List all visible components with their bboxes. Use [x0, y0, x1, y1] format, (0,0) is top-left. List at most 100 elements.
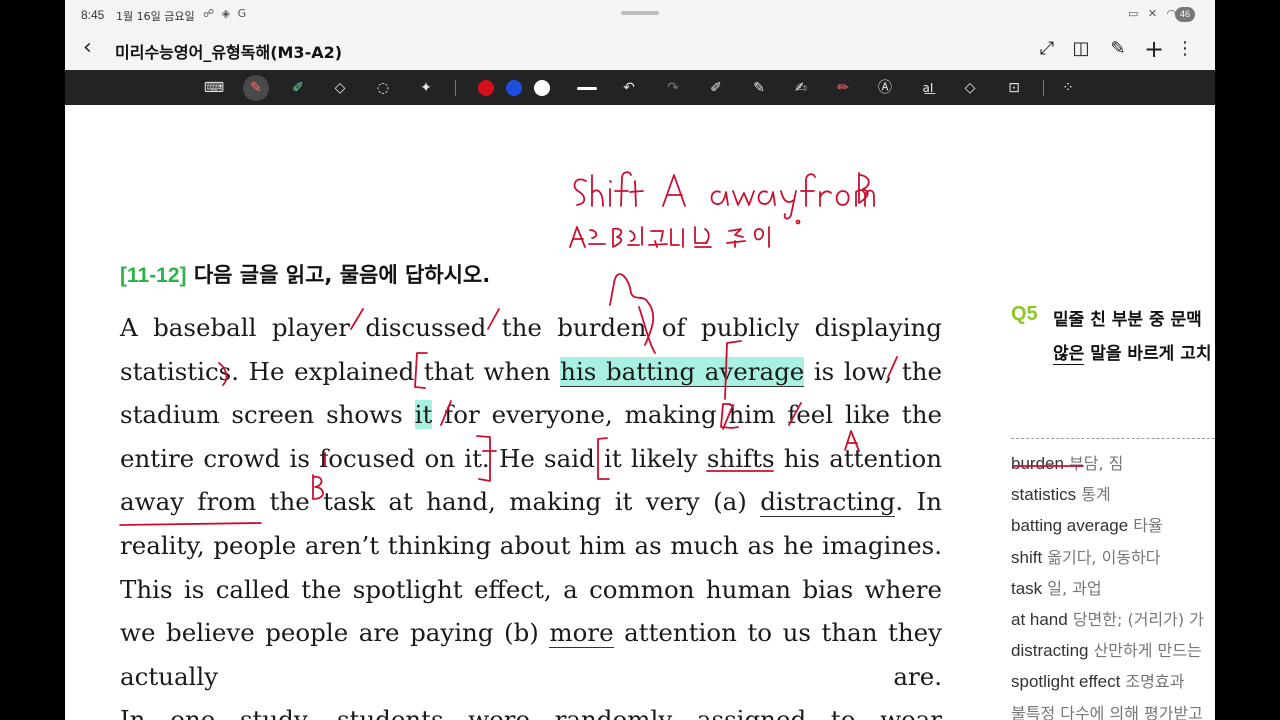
toolbar-separator: [455, 80, 456, 96]
text-style-icon[interactable]: Ⓐ: [872, 75, 898, 101]
vocab-term: statistics: [1011, 485, 1077, 505]
back-button[interactable]: ‹: [83, 36, 107, 62]
status-date: 1월 16일 금요일: [116, 10, 195, 23]
toolbar-separator: [1043, 80, 1044, 96]
battery-icon: 46: [1175, 7, 1195, 22]
vocab-term: distracting: [1011, 641, 1089, 661]
lasso-icon[interactable]: ◌: [370, 75, 396, 101]
highlighter-icon[interactable]: ✐: [285, 75, 311, 101]
q5-label: Q5: [1011, 303, 1038, 325]
add-icon[interactable]: +: [1142, 37, 1166, 61]
passage-text: This is called the spotlight effect, a c…: [120, 574, 942, 604]
passage-line: statistics. He explained that when his b…: [120, 350, 942, 394]
q5-prompt-line1: 밑줄 친 부분 중 문맥: [1053, 310, 1202, 330]
expand-icon[interactable]: ⤢: [1035, 37, 1059, 61]
vocab-term: shift: [1011, 547, 1043, 567]
reading-passage: A baseball player discussed the burden o…: [120, 306, 942, 720]
passage-line: A baseball player discussed the burden o…: [120, 306, 942, 350]
undo-icon[interactable]: ↶: [616, 75, 642, 101]
vocab-meaning: 조명효과: [1120, 672, 1185, 692]
vocab-meaning: 산만하게 만드는: [1088, 641, 1202, 661]
q5-prompt-line2: 않은 말을 바르게 고치: [1053, 339, 1212, 365]
document-title: 미리수능영어_유형독해(M3-A2): [115, 43, 343, 62]
vocab-item: shift 옮기다, 이동하다: [1011, 544, 1215, 568]
question-number: [11-12]: [120, 264, 187, 287]
more-icon[interactable]: ⋮: [1173, 37, 1197, 61]
highlighted-underlined-phrase: his batting average: [560, 356, 805, 387]
pen-icon[interactable]: ✎: [243, 75, 269, 101]
eraser-icon[interactable]: ◇: [327, 75, 353, 101]
page-lock-icon[interactable]: ⊡: [1001, 75, 1027, 101]
magic-icon[interactable]: ✦: [413, 75, 439, 101]
vocab-item: 불특정 다수에 의해 평가받고: [1011, 700, 1215, 720]
passage-line: entire crowd is focused on it. He said i…: [120, 437, 942, 481]
pen-settings-icon[interactable]: ✍: [788, 75, 814, 101]
vocab-meaning: 일, 과업: [1042, 578, 1102, 598]
title-bar: ‹ 미리수능영어_유형독해(M3-A2) ⤢ ◫ ✎ + ⋮: [65, 30, 1215, 70]
text-box-icon[interactable]: a͟I: [915, 75, 941, 101]
passage-text: . In: [895, 487, 942, 517]
handwritten-note-shift: [573, 171, 875, 220]
vocab-item: task 일, 과업: [1011, 575, 1215, 599]
passage-text: is low, the: [804, 356, 942, 386]
color-swatch-blue[interactable]: [506, 80, 522, 96]
pen-settings-icon[interactable]: ✎: [746, 75, 772, 101]
pen-settings-icon[interactable]: ✐: [703, 75, 729, 101]
tablet-screen: 8:45 1월 16일 금요일 ☍ ◈ G ▭ ✕ ◠ 46 ‹ 미리수능영어_…: [65, 0, 1215, 720]
highlighted-phrase: it: [414, 400, 433, 430]
vocab-term: burden: [1011, 454, 1064, 473]
redo-icon[interactable]: ↷: [660, 75, 686, 101]
vocab-meaning: 통계: [1076, 485, 1111, 505]
vocab-item: batting average 타율: [1011, 512, 1215, 536]
passage-line: actually are.: [120, 655, 942, 699]
passage-text: away from the task at hand, making it ve…: [120, 487, 761, 517]
passage-text: In one study, students were randomly ass…: [120, 705, 942, 720]
vocab-term: at hand: [1011, 610, 1068, 629]
q5-underlined-word: 않은: [1053, 344, 1085, 365]
vocab-item: burden 부담, 짐: [1011, 450, 1215, 474]
vocab-term: task: [1011, 578, 1043, 598]
passage-text: entire crowd is focused on it. He said i…: [120, 443, 942, 473]
edit-page-icon[interactable]: ✎: [1106, 37, 1130, 61]
grid-icon[interactable]: ⁘: [1055, 75, 1081, 101]
color-swatch-red[interactable]: [478, 80, 494, 96]
passage-line: stadium screen shows it for everyone, ma…: [120, 393, 942, 437]
left-pillarbox: [0, 0, 65, 720]
vocab-term: batting average: [1011, 516, 1129, 536]
vocab-meaning: 타율: [1128, 516, 1163, 536]
vocab-divider: [1011, 438, 1215, 439]
keyboard-icon[interactable]: ⌨: [201, 75, 227, 101]
q5-prompt-rest: 말을 바르게 고치: [1084, 344, 1212, 364]
vocab-meaning: 옮기다, 이동하다: [1042, 547, 1161, 567]
vocab-item: statistics 통계: [1011, 481, 1215, 505]
passage-line: away from the task at hand, making it ve…: [120, 480, 942, 524]
passage-text: reality, people aren’t thinking about hi…: [120, 530, 942, 560]
multitask-handle[interactable]: [621, 11, 659, 15]
passage-line: In one study, students were randomly ass…: [120, 698, 942, 720]
handwritten-note-korean: [569, 219, 801, 248]
document-page[interactable]: [11-12] 다음 글을 읽고, 물음에 답하시오. A baseball p…: [65, 105, 1215, 720]
underlined-phrase: distracting: [760, 487, 896, 518]
vocab-item: distracting 산만하게 만드는: [1011, 637, 1215, 661]
vocab-term: spotlight effect: [1011, 672, 1121, 692]
reading-mode-icon[interactable]: ◫: [1069, 37, 1093, 61]
passage-text: actually are.: [120, 661, 942, 691]
vocab-item: at hand 당면한; (거리가) 가: [1011, 606, 1215, 630]
right-pillarbox: [1215, 0, 1280, 720]
underlined-phrase: more: [549, 618, 614, 649]
status-bar: 8:45 1월 16일 금요일 ☍ ◈ G ▭ ✕ ◠ 46: [65, 0, 1215, 30]
vocab-meaning: 불특정 다수에 의해 평가받고: [1011, 703, 1203, 720]
shapes-icon[interactable]: ◇: [957, 75, 983, 101]
vocab-meaning: 부담, 짐: [1063, 454, 1124, 473]
passage-line: This is called the spotlight effect, a c…: [120, 568, 942, 612]
vocab-item: spotlight effect 조명효과: [1011, 668, 1215, 692]
passage-text: A baseball player discussed the burden o…: [120, 313, 942, 342]
passage-text: attention to us than they: [613, 618, 942, 648]
passage-line: reality, people aren’t thinking about hi…: [120, 524, 942, 568]
system-icons: ▭ ✕ ◠: [1128, 7, 1180, 20]
status-time: 8:45: [81, 8, 105, 22]
passage-line: we believe people are paying (b) more at…: [120, 611, 942, 655]
red-pen-icon[interactable]: ✏: [830, 75, 856, 101]
stroke-width-indicator[interactable]: [577, 87, 597, 90]
color-swatch-white[interactable]: [534, 80, 550, 96]
